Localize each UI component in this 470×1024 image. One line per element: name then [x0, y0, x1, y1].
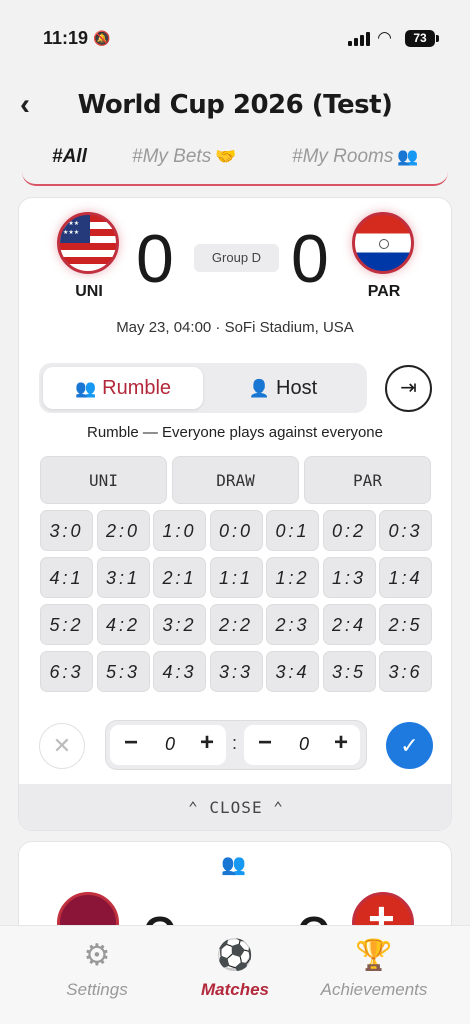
- home-stepper: − 0 +: [110, 725, 226, 765]
- score-cell[interactable]: 3:5: [322, 651, 376, 692]
- nav-matches[interactable]: ⚽ Matches: [165, 936, 305, 1000]
- person-icon: 👤: [248, 379, 271, 398]
- score-cell[interactable]: 3:1: [96, 557, 150, 598]
- away-plus-button[interactable]: +: [334, 729, 348, 757]
- mode-description: Rumble — Everyone plays against everyone: [87, 424, 383, 441]
- handshake-icon: 🤝: [215, 147, 237, 166]
- nav-achievements-label: Achievements: [320, 980, 428, 999]
- home-plus-button[interactable]: +: [200, 729, 214, 757]
- score-cell[interactable]: 2:2: [209, 604, 263, 645]
- page-title: World Cup 2026 (Test): [77, 90, 393, 120]
- bell-muted-icon: 🔕: [93, 30, 111, 46]
- tab-my-bets[interactable]: #My Bets 🤝: [132, 146, 236, 168]
- usa-flag-icon: [57, 212, 119, 274]
- group-badge: Group D: [194, 244, 279, 272]
- match-meta: May 23, 04:00 · SoFi Stadium, USA: [116, 319, 354, 336]
- nav-achievements[interactable]: 🏆 Achievements: [304, 936, 444, 1000]
- home-stepper-value: 0: [164, 734, 175, 754]
- wifi-icon: ◠: [378, 28, 392, 47]
- score-cell[interactable]: 0:1: [266, 510, 319, 551]
- status-bar: 11:19 🔕 ◠ 73: [0, 0, 470, 70]
- soccer-ball-icon: ⚽: [216, 939, 254, 972]
- score-cell[interactable]: 2:4: [322, 604, 376, 645]
- stepper-separator: :: [232, 733, 238, 753]
- score-cell[interactable]: 1:2: [266, 557, 319, 598]
- tab-my-bets-label: #My Bets: [132, 146, 212, 167]
- tab-all-label: #All: [52, 146, 87, 167]
- outcome-away-button[interactable]: PAR: [304, 456, 431, 504]
- home-score: 0: [136, 221, 174, 297]
- score-cell[interactable]: 2:3: [266, 604, 319, 645]
- score-cell[interactable]: 4:1: [40, 557, 93, 598]
- score-cell[interactable]: 3:2: [153, 604, 206, 645]
- gear-icon: ⚙: [83, 939, 111, 972]
- match-card: UNI 0 Group D 0 PAR May 23, 04:00 · SoFi…: [18, 197, 452, 831]
- score-cell[interactable]: 3:3: [209, 651, 263, 692]
- score-cell[interactable]: 0:2: [322, 510, 376, 551]
- nav-settings-label: Settings: [66, 980, 128, 999]
- nav-matches-label: Matches: [200, 980, 270, 999]
- score-cell[interactable]: 0:3: [379, 510, 432, 551]
- score-stepper: − 0 + : − 0 +: [105, 720, 367, 770]
- score-cell[interactable]: 4:2: [96, 604, 150, 645]
- paraguay-flag-icon: [352, 212, 414, 274]
- tab-all[interactable]: #All: [52, 146, 87, 168]
- score-cell[interactable]: 3:6: [379, 651, 432, 692]
- score-cell[interactable]: 2:0: [96, 510, 150, 551]
- score-cell[interactable]: 1:4: [379, 557, 432, 598]
- score-cell[interactable]: 5:2: [40, 604, 93, 645]
- score-cell[interactable]: 0:0: [209, 510, 263, 551]
- tab-my-rooms-label: #My Rooms: [292, 146, 394, 167]
- score-cell[interactable]: 6:3: [40, 651, 93, 692]
- header: ‹ World Cup 2026 (Test): [0, 82, 470, 134]
- signal-icon: [348, 32, 370, 46]
- away-stepper: − 0 +: [244, 725, 360, 765]
- score-cell[interactable]: 5:3: [96, 651, 150, 692]
- filter-tabs: #All #My Bets 🤝 #My Rooms 👥: [22, 138, 448, 186]
- outcome-row: UNI DRAW PAR: [40, 456, 432, 506]
- home-minus-button[interactable]: −: [124, 729, 138, 757]
- people-icon: 👥: [397, 147, 419, 166]
- score-cell[interactable]: 3:4: [266, 651, 319, 692]
- score-cell[interactable]: 4:3: [153, 651, 206, 692]
- status-time: 11:19: [43, 28, 89, 48]
- away-score: 0: [291, 221, 329, 297]
- close-button[interactable]: ⌃ CLOSE ⌃: [19, 784, 451, 830]
- score-cell[interactable]: 2:1: [153, 557, 206, 598]
- outcome-draw-button[interactable]: DRAW: [172, 456, 299, 504]
- outcome-home-button[interactable]: UNI: [40, 456, 167, 504]
- score-cell[interactable]: 2:5: [379, 604, 432, 645]
- host-mode-button[interactable]: 👤 Host: [203, 367, 363, 409]
- people-icon: 👥: [221, 854, 246, 876]
- nav-settings[interactable]: ⚙ Settings: [27, 936, 167, 1000]
- score-cell[interactable]: 1:3: [322, 557, 376, 598]
- confirm-check-icon[interactable]: ✓: [386, 722, 433, 769]
- tab-my-rooms[interactable]: #My Rooms 👥: [292, 146, 419, 168]
- people-icon: 👥: [74, 379, 97, 398]
- mode-switch: 👥 Rumble 👤 Host: [39, 363, 367, 413]
- away-minus-button[interactable]: −: [258, 729, 272, 757]
- home-team-code: UNI: [75, 283, 103, 300]
- away-team-code: PAR: [367, 283, 401, 300]
- away-stepper-value: 0: [298, 734, 309, 754]
- join-room-icon[interactable]: ⇥: [385, 365, 432, 412]
- score-cell[interactable]: 3:0: [40, 510, 93, 551]
- score-cell[interactable]: 1:0: [153, 510, 206, 551]
- rumble-mode-button[interactable]: 👥 Rumble: [43, 367, 203, 409]
- score-cell[interactable]: 1:1: [209, 557, 263, 598]
- trophy-icon: 🏆: [355, 939, 393, 972]
- clear-icon[interactable]: ✕: [39, 723, 85, 769]
- rumble-label: Rumble: [102, 377, 172, 399]
- battery-icon: 73: [405, 30, 439, 47]
- host-label: Host: [276, 377, 318, 399]
- bottom-nav: ⚙ Settings ⚽ Matches 🏆 Achievements: [0, 925, 470, 1024]
